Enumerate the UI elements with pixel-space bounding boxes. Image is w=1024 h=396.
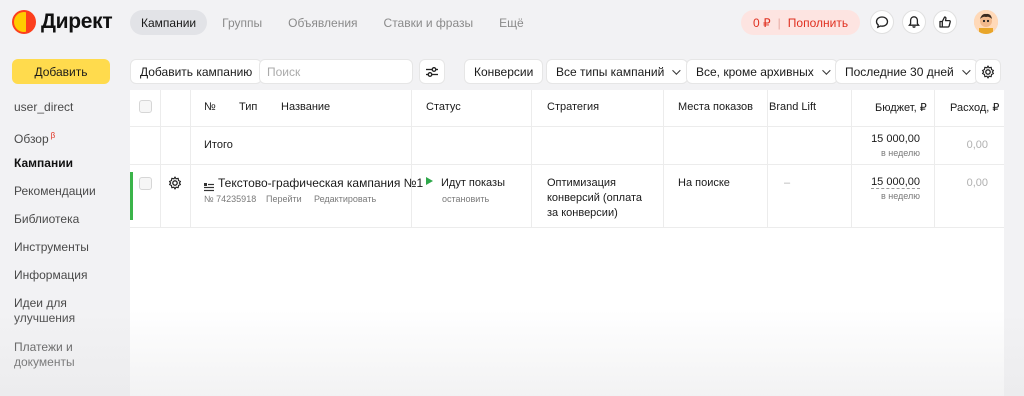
total-spend: 0,00: [966, 139, 988, 151]
sidebar-item-account[interactable]: user_direct: [14, 100, 73, 115]
sidebar-item-payments[interactable]: Платежи и документы: [14, 340, 104, 370]
sidebar-item-library[interactable]: Библиотека: [14, 212, 79, 227]
total-budget: 15 000,00: [871, 133, 920, 145]
sidebar-item-ideas[interactable]: Идеи для улучшения: [14, 296, 104, 326]
sidebar-item-campaigns[interactable]: Кампании: [14, 156, 73, 171]
row-divider: [130, 227, 1004, 228]
sidebar-item-overview[interactable]: Обзор β: [14, 128, 55, 147]
status-label: Идут показы: [441, 177, 505, 189]
conversions-button[interactable]: Конверсии: [464, 59, 544, 84]
yandex-logo-icon: [12, 10, 36, 34]
logo-text: Директ: [41, 10, 113, 33]
top-header: Директ Кампании Группы Объявления Ставки…: [0, 0, 1024, 44]
archive-filter-label: Все, кроме архивных: [696, 64, 814, 79]
play-icon: [426, 177, 433, 185]
tab-more[interactable]: Ещё: [488, 10, 535, 35]
column-divider: [531, 90, 532, 228]
column-divider: [190, 90, 191, 228]
chevron-down-icon: [961, 65, 971, 75]
total-budget-period: в неделю: [880, 148, 920, 158]
column-placements[interactable]: Места показов: [678, 101, 753, 113]
tab-ads[interactable]: Объявления: [277, 10, 368, 35]
table-settings-gear-icon[interactable]: [975, 59, 1001, 84]
balance-amount: 0 ₽: [753, 15, 771, 30]
column-brand-lift[interactable]: Brand Lift: [769, 101, 816, 113]
tab-campaigns[interactable]: Кампании: [130, 10, 208, 35]
column-type[interactable]: Тип: [239, 101, 257, 113]
sidebar-item-recommendations[interactable]: Рекомендации: [14, 184, 96, 199]
column-budget[interactable]: Бюджет, ₽: [875, 101, 927, 114]
topup-label: Пополнить: [787, 15, 849, 30]
campaign-types-select[interactable]: Все типы кампаний: [546, 59, 689, 84]
campaign-status: Идут показы: [426, 177, 505, 189]
add-campaign-button[interactable]: Добавить кампанию: [130, 59, 263, 84]
column-strategy[interactable]: Стратегия: [547, 101, 599, 113]
column-name[interactable]: Название: [281, 101, 330, 113]
row-checkbox[interactable]: [139, 177, 152, 190]
column-divider: [767, 90, 768, 228]
search-input[interactable]: [259, 59, 413, 84]
campaign-brand-lift: –: [784, 177, 791, 189]
campaign-placements: На поиске: [678, 177, 730, 189]
column-spend[interactable]: Расход, ₽: [950, 101, 999, 114]
strategy-line: за конверсии): [547, 207, 618, 219]
table-header: № Тип Название Статус Стратегия Места по…: [130, 90, 1004, 127]
stop-campaign-link[interactable]: остановить: [442, 194, 489, 204]
direct-logo[interactable]: Директ: [12, 10, 113, 34]
user-avatar[interactable]: [974, 10, 998, 34]
filter-settings-icon[interactable]: [419, 59, 445, 84]
go-to-campaign-link[interactable]: Перейти: [266, 194, 302, 204]
row-settings-gear-icon[interactable]: [168, 176, 182, 195]
thumbs-up-icon[interactable]: [933, 10, 957, 34]
select-all-checkbox[interactable]: [139, 100, 152, 113]
tab-bids-phrases[interactable]: Ставки и фразы: [373, 10, 485, 35]
column-divider: [663, 90, 664, 228]
period-select[interactable]: Последние 30 дней: [835, 59, 978, 84]
balance-button[interactable]: 0 ₽ | Пополнить: [741, 10, 861, 35]
active-row-indicator: [130, 172, 133, 220]
campaign-strategy: Оптимизация конверсий (оплата за конверс…: [547, 176, 642, 221]
edit-campaign-link[interactable]: Редактировать: [314, 194, 376, 204]
campaign-name-link[interactable]: Текстово-графическая кампания №1: [218, 176, 423, 190]
campaign-number: № 74235918: [204, 194, 257, 204]
campaign-types-label: Все типы кампаний: [556, 64, 665, 79]
strategy-line: Оптимизация: [547, 177, 616, 189]
column-number[interactable]: №: [204, 101, 216, 113]
balance-divider: |: [777, 15, 781, 30]
chevron-down-icon: [672, 65, 681, 75]
column-divider: [934, 90, 935, 228]
campaigns-table: № Тип Название Статус Стратегия Места по…: [130, 90, 1004, 396]
column-divider: [851, 90, 852, 228]
sidebar-item-information[interactable]: Информация: [14, 268, 87, 283]
row-divider: [130, 164, 1004, 165]
bell-icon[interactable]: [902, 10, 926, 34]
column-divider: [160, 90, 161, 228]
total-label: Итого: [204, 139, 233, 151]
campaign-budget-link[interactable]: 15 000,00: [871, 176, 920, 189]
sidebar-item-label: Обзор: [14, 132, 49, 146]
add-button[interactable]: Добавить: [12, 59, 110, 84]
main-nav: Кампании Группы Объявления Ставки и фраз…: [130, 10, 539, 35]
tab-groups[interactable]: Группы: [211, 10, 273, 35]
beta-badge: β: [50, 131, 56, 140]
strategy-line: конверсий (оплата: [547, 192, 642, 204]
campaign-budget-period: в неделю: [880, 191, 920, 201]
archive-filter-select[interactable]: Все, кроме архивных: [686, 59, 838, 84]
chevron-down-icon: [821, 65, 831, 75]
column-divider: [411, 90, 412, 228]
chat-icon[interactable]: [870, 10, 894, 34]
sidebar-item-tools[interactable]: Инструменты: [14, 240, 89, 255]
campaign-spend: 0,00: [966, 177, 988, 189]
period-label: Последние 30 дней: [845, 64, 954, 79]
column-status[interactable]: Статус: [426, 101, 461, 113]
